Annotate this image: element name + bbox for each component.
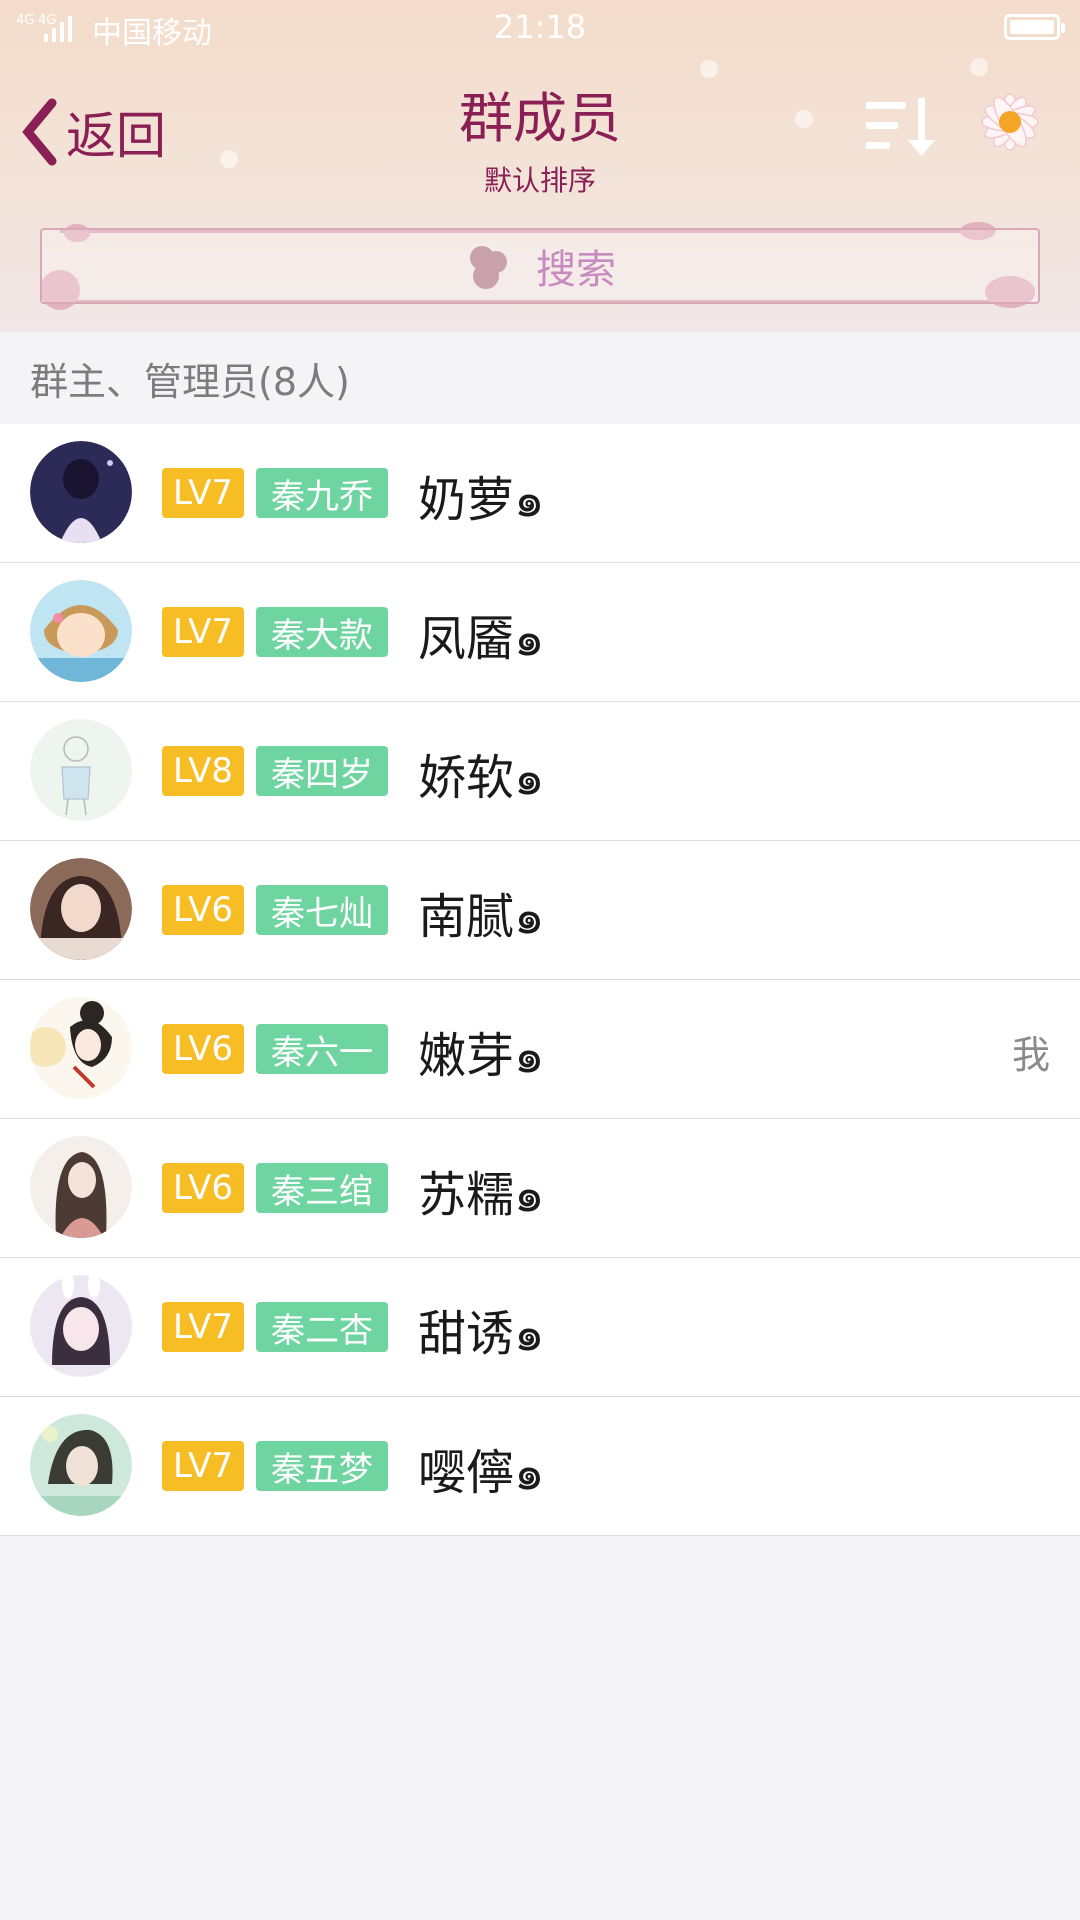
battery-icon [1004, 14, 1065, 40]
title-badge: 秦七灿 [256, 885, 388, 935]
title-badge: 秦九乔 [256, 468, 388, 518]
member-list: LV7 秦九乔 奶萝๑ LV7 秦大款 凤靥๑ LV8 秦四岁 娇软๑ LV6 … [0, 424, 1080, 1536]
header: 4G 4G 中国移动 21:18 返回 群成员 默认排序 搜索 [0, 0, 1080, 332]
title-badge: 秦大款 [256, 607, 388, 657]
search-input[interactable]: 搜索 [40, 228, 1040, 304]
status-bar: 4G 4G 中国移动 21:18 [0, 0, 1080, 54]
member-name: 嫩芽๑ [418, 1028, 545, 1084]
me-tag: 我 [1011, 1033, 1050, 1077]
member-row[interactable]: LV8 秦四岁 娇软๑ [0, 702, 1080, 841]
member-row[interactable]: LV7 秦二杏 甜诱๑ [0, 1258, 1080, 1397]
level-badge: LV7 [162, 468, 244, 518]
member-name: 甜诱๑ [418, 1306, 545, 1362]
level-badge: LV6 [162, 885, 244, 935]
title-badge: 秦六一 [256, 1024, 388, 1074]
avatar[interactable] [30, 858, 132, 960]
member-row[interactable]: LV6 秦三绾 苏糯๑ [0, 1119, 1080, 1258]
avatar[interactable] [30, 1414, 132, 1516]
daisy-avatar-icon[interactable] [972, 84, 1048, 160]
clover-search-icon [470, 246, 507, 289]
avatar[interactable] [30, 997, 132, 1099]
avatar[interactable] [30, 1136, 132, 1238]
member-row[interactable]: LV7 秦五梦 嘤儜๑ [0, 1397, 1080, 1536]
title-badge: 秦五梦 [256, 1441, 388, 1491]
section-header: 群主、管理员(8人) [0, 332, 1080, 424]
level-badge: LV7 [162, 1302, 244, 1352]
sort-mode-subtitle: 默认排序 [483, 164, 596, 197]
section-title: 群主、管理员(8人) [30, 359, 350, 404]
avatar[interactable] [30, 1275, 132, 1377]
avatar[interactable] [30, 719, 132, 821]
member-name: 南腻๑ [418, 889, 545, 945]
member-row[interactable]: LV6 秦六一 嫩芽๑ 我 [0, 980, 1080, 1119]
member-row[interactable]: LV7 秦九乔 奶萝๑ [0, 424, 1080, 563]
level-badge: LV8 [162, 746, 244, 796]
member-name: 嘤儜๑ [418, 1445, 545, 1501]
title-badge: 秦四岁 [256, 746, 388, 796]
avatar[interactable] [30, 580, 132, 682]
member-name: 苏糯๑ [418, 1167, 545, 1223]
sort-descending-icon[interactable] [866, 94, 940, 160]
member-row[interactable]: LV6 秦七灿 南腻๑ [0, 841, 1080, 980]
level-badge: LV6 [162, 1163, 244, 1213]
title-badge: 秦二杏 [256, 1302, 388, 1352]
member-name: 娇软๑ [418, 750, 545, 806]
title-badge: 秦三绾 [256, 1163, 388, 1213]
member-name: 奶萝๑ [418, 472, 545, 528]
clock: 21:18 [493, 8, 587, 46]
member-row[interactable]: LV7 秦大款 凤靥๑ [0, 563, 1080, 702]
avatar[interactable] [30, 441, 132, 543]
level-badge: LV7 [162, 607, 244, 657]
level-badge: LV7 [162, 1441, 244, 1491]
search-placeholder: 搜索 [536, 247, 616, 293]
member-name: 凤靥๑ [418, 611, 545, 667]
level-badge: LV6 [162, 1024, 244, 1074]
